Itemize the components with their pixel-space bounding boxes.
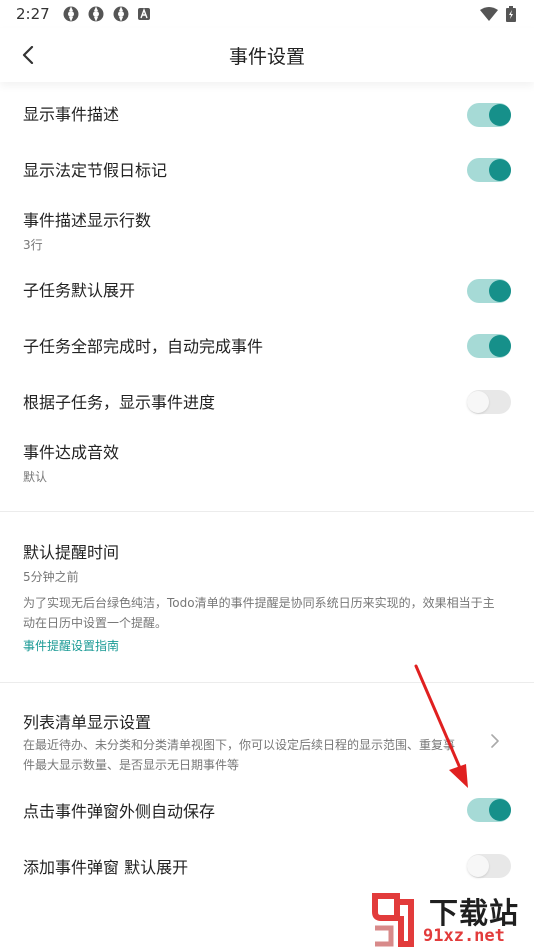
toggle-knob [467,855,489,877]
page-title: 事件设置 [228,45,305,68]
setting-label: 根据子任务，显示事件进度 [23,393,216,412]
toggle-knob [489,335,511,357]
toggle-knob [489,159,511,181]
watermark-logo-icon [372,893,414,947]
watermark: 下载站 91xz.net [357,888,532,950]
toggle-knob [489,799,511,821]
wifi-icon [480,7,498,21]
reminder-note: 为了实现无后台绿色纯洁，Todo清单的事件提醒是协同系统日历来实现的，效果相当于… [23,596,495,630]
section-divider [0,682,534,683]
toggle-knob [489,104,511,126]
toggle-show-holiday[interactable] [467,158,511,182]
toggle-popup-expand[interactable] [467,854,511,878]
setting-label: 显示法定节假日标记 [23,161,168,180]
section-divider [0,511,534,512]
text-notification-icon [137,8,150,20]
list-display-description: 在最近待办、未分类和分类清单视图下，你可以设定后续日程的显示范围、重复事件最大显… [23,738,456,772]
setting-label: 事件达成音效 [23,443,120,462]
setting-description-lines[interactable]: 事件描述显示行数 3行 [0,211,534,253]
setting-popup-autosave[interactable]: 点击事件弹窗外侧自动保存 [0,802,534,822]
toggle-popup-autosave[interactable] [467,798,511,822]
setting-list-display[interactable]: 列表清单显示设置 在最近待办、未分类和分类清单视图下，你可以设定后续日程的显示范… [0,713,534,775]
app-notification-icon [88,6,104,22]
setting-show-description[interactable]: 显示事件描述 [0,105,534,125]
setting-label: 子任务全部完成时，自动完成事件 [23,337,264,356]
app-notification-icon [63,6,79,22]
toggle-subtask-autocomplete[interactable] [467,334,511,358]
watermark-url: 91xz.net [423,926,505,946]
setting-progress-by-subtask[interactable]: 根据子任务，显示事件进度 [0,393,534,413]
setting-show-holiday[interactable]: 显示法定节假日标记 [0,161,534,181]
setting-label: 默认提醒时间 [23,543,120,562]
status-bar: 2:27 [0,0,534,28]
setting-value: 5分钟之前 [23,570,79,584]
toggle-knob [467,391,489,413]
setting-subtask-autocomplete[interactable]: 子任务全部完成时，自动完成事件 [0,337,534,357]
setting-label: 点击事件弹窗外侧自动保存 [23,802,216,821]
chevron-right-icon [491,734,499,748]
setting-completion-sound[interactable]: 事件达成音效 默认 [0,443,534,485]
toggle-knob [489,280,511,302]
status-time: 2:27 [16,5,50,23]
notification-icons [62,5,151,23]
toggle-subtask-expand[interactable] [467,279,511,303]
back-button[interactable] [14,40,44,70]
chevron-left-icon [22,46,34,64]
setting-default-reminder[interactable]: 默认提醒时间 5分钟之前 为了实现无后台绿色纯洁，Todo清单的事件提醒是协同系… [0,543,534,654]
setting-popup-expand[interactable]: 添加事件弹窗 默认展开 [0,858,534,878]
setting-label: 显示事件描述 [23,105,120,124]
toggle-show-description[interactable] [467,103,511,127]
app-notification-icon [113,6,129,22]
setting-subtask-expand[interactable]: 子任务默认展开 [0,281,534,301]
setting-value: 3行 [23,238,43,252]
setting-value: 默认 [23,470,48,484]
reminder-guide-link[interactable]: 事件提醒设置指南 [23,637,511,654]
app-bar: 事件设置 [0,28,534,82]
toggle-progress-by-subtask[interactable] [467,390,511,414]
setting-label: 子任务默认展开 [23,281,136,300]
setting-label: 列表清单显示设置 [23,713,152,732]
setting-label: 添加事件弹窗 默认展开 [23,858,189,877]
battery-icon [506,6,516,22]
setting-label: 事件描述显示行数 [23,211,152,230]
